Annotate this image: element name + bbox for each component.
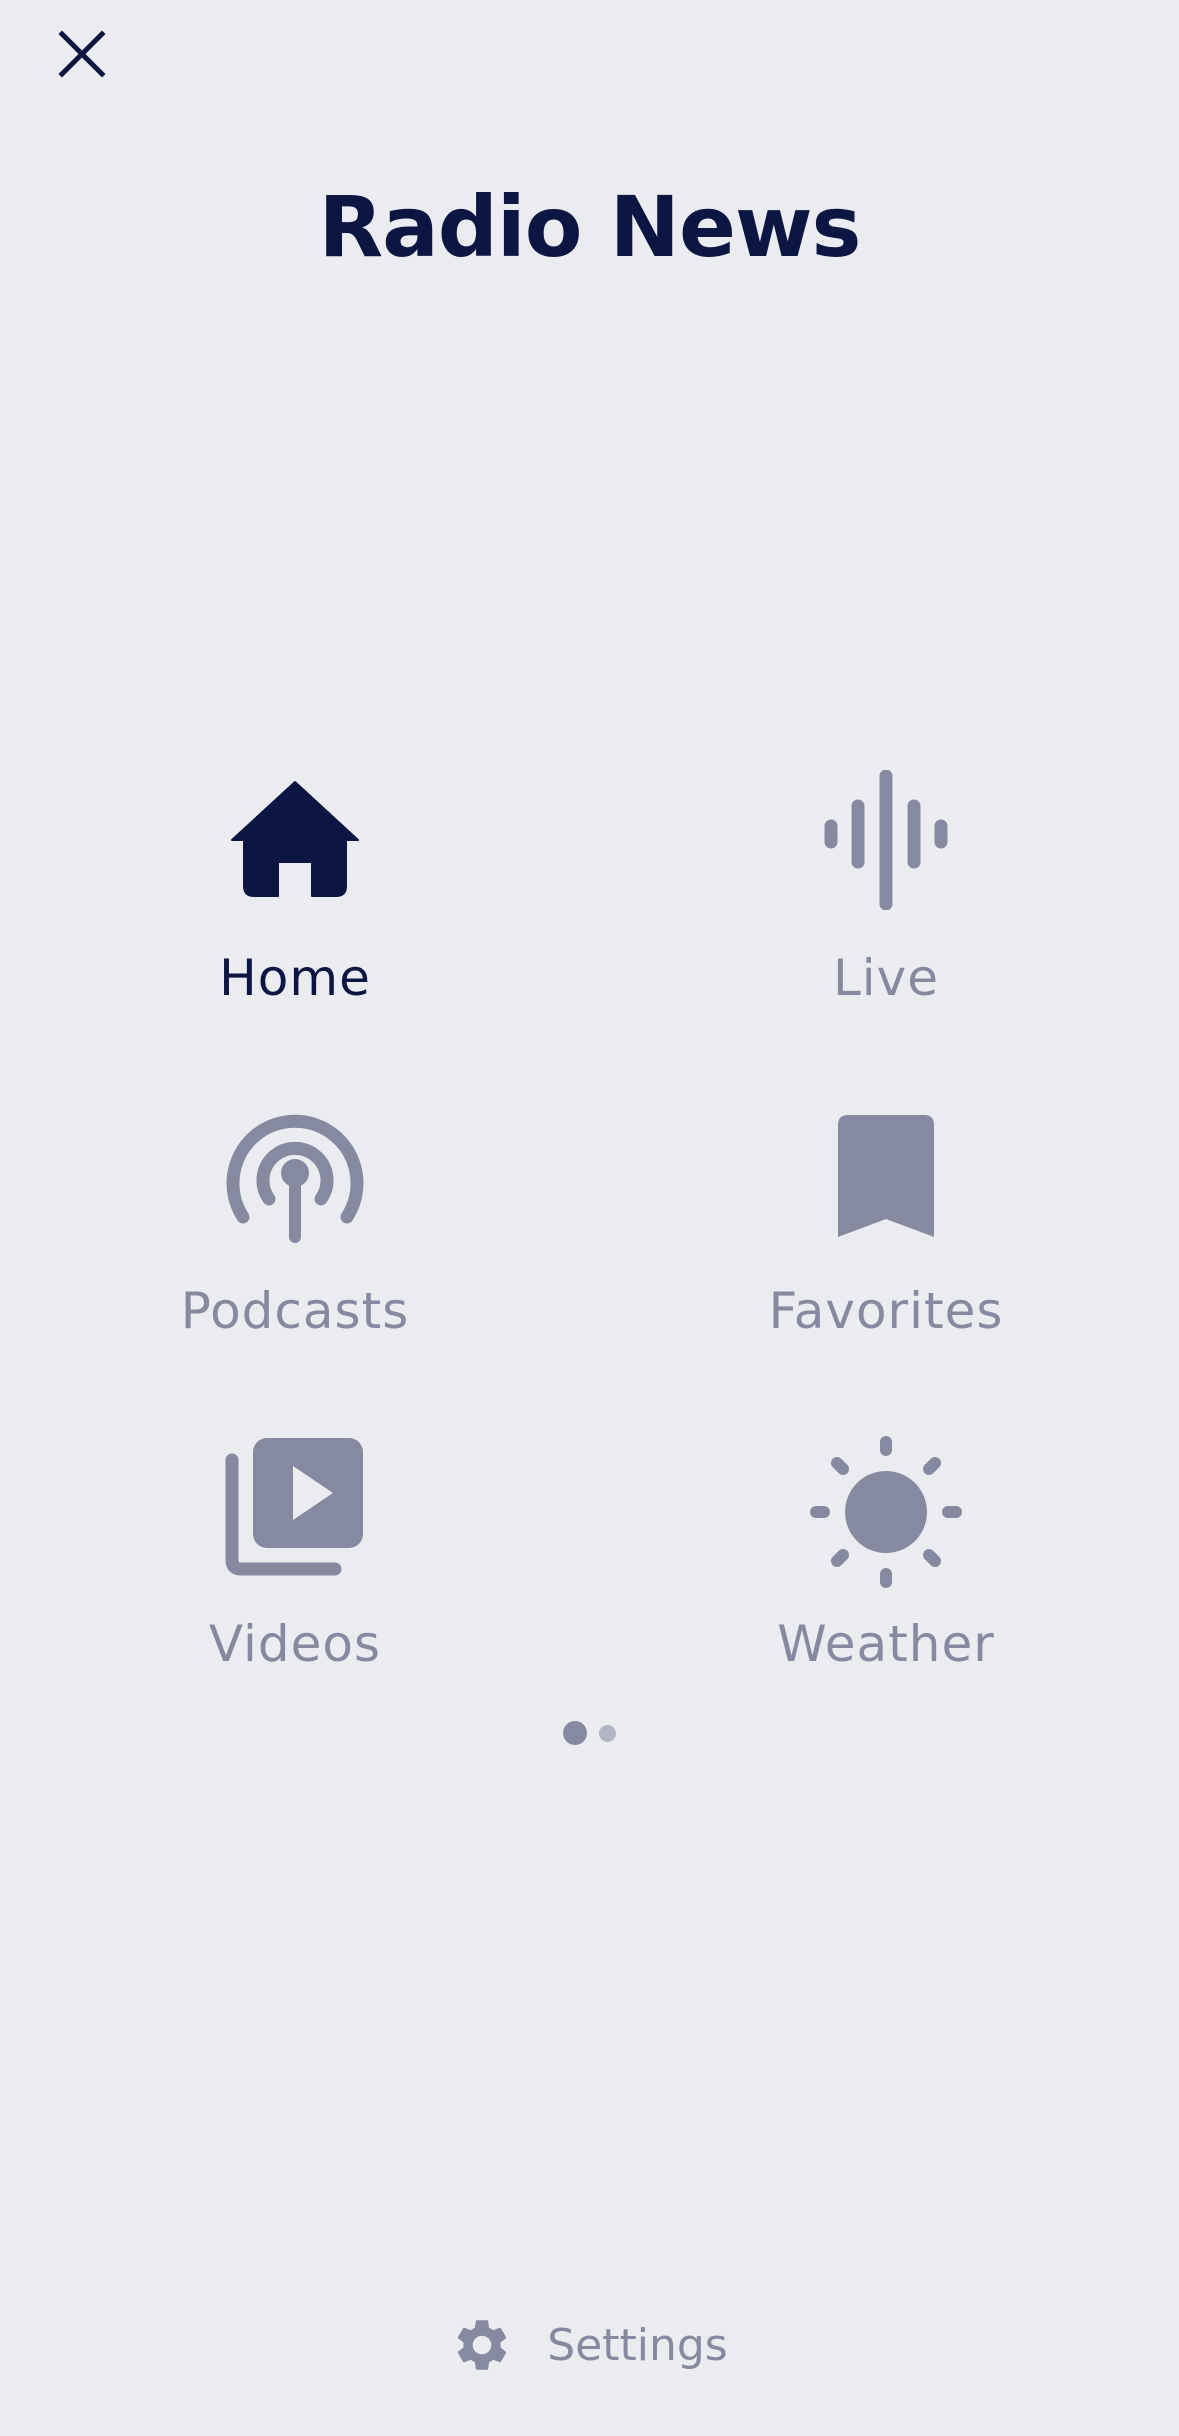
menu-item-label: Videos (208, 1615, 382, 1673)
close-icon (58, 30, 106, 78)
menu-item-label: Home (219, 949, 371, 1007)
menu-item-favorites[interactable]: Favorites (676, 1103, 1096, 1383)
settings-button[interactable]: Settings (0, 2310, 1179, 2380)
menu-item-label: Live (832, 949, 940, 1007)
sun-icon (676, 1436, 1096, 1588)
audio-waveform-icon (676, 770, 1096, 920)
home-icon (85, 780, 505, 930)
menu-item-label: Favorites (768, 1282, 1004, 1340)
menu-item-videos[interactable]: Videos (85, 1436, 505, 1716)
gear-icon (458, 2320, 507, 2370)
menu-item-label: Podcasts (180, 1282, 410, 1340)
video-library-icon (85, 1436, 505, 1586)
settings-label: Settings (547, 2319, 728, 2371)
page-dot-1[interactable] (563, 1721, 587, 1745)
menu-item-home[interactable]: Home (85, 770, 505, 1050)
page-title: Radio News (318, 178, 861, 276)
menu-item-weather[interactable]: Weather (676, 1436, 1096, 1716)
page-dot-2[interactable] (599, 1724, 616, 1742)
bookmark-icon (676, 1113, 1096, 1263)
close-button[interactable] (52, 24, 112, 84)
podcast-icon (85, 1103, 505, 1253)
menu-item-live[interactable]: Live (676, 770, 1096, 1050)
menu-item-label: Weather (777, 1615, 995, 1673)
page-indicator (0, 1718, 1179, 1748)
menu-item-podcasts[interactable]: Podcasts (85, 1103, 505, 1383)
